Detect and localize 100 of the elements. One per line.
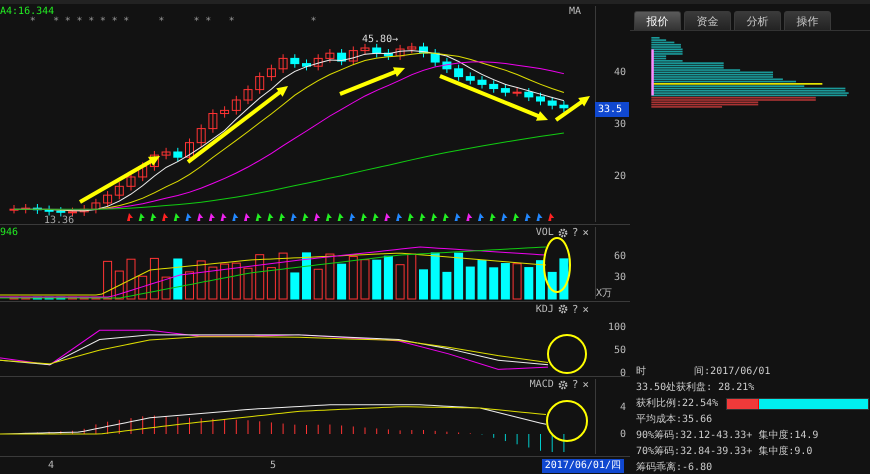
info-line: 70%筹码:32.84-39.33+ 集中度:9.0 bbox=[636, 446, 814, 458]
tab[interactable]: 分析 bbox=[734, 11, 781, 30]
volume-tick: 30 bbox=[614, 273, 626, 284]
candlestick bbox=[524, 88, 534, 102]
close-button[interactable]: × bbox=[582, 379, 589, 390]
candlestick bbox=[489, 80, 498, 94]
star-mark: * bbox=[76, 16, 83, 27]
help-button[interactable]: ? bbox=[572, 379, 578, 390]
candlestick bbox=[384, 48, 393, 60]
candlestick bbox=[232, 95, 241, 116]
candlestick bbox=[372, 43, 382, 58]
macd-tick: 4 bbox=[620, 403, 626, 414]
settings-icon[interactable] bbox=[558, 304, 568, 314]
tab[interactable]: 报价 bbox=[634, 11, 681, 30]
candlestick bbox=[208, 108, 218, 134]
star-mark: * bbox=[100, 16, 106, 27]
star-mark: * bbox=[205, 16, 212, 27]
candlestick bbox=[196, 124, 206, 148]
star-mark: * bbox=[64, 16, 71, 27]
kdj-tick: 100 bbox=[608, 322, 626, 333]
candlestick bbox=[278, 54, 288, 74]
indicator-name: MACD bbox=[530, 379, 554, 390]
candlestick bbox=[419, 42, 428, 58]
tab[interactable]: 资金 bbox=[684, 11, 731, 30]
help-button[interactable]: ? bbox=[572, 304, 578, 315]
star-mark: * bbox=[112, 16, 118, 27]
candlestick bbox=[56, 206, 66, 217]
candlestick bbox=[126, 172, 136, 191]
info-line: 90%筹码:32.12-43.33+ 集中度:14.9 bbox=[636, 430, 820, 442]
star-mark: * bbox=[88, 16, 94, 27]
settings-icon[interactable] bbox=[558, 380, 568, 390]
close-button[interactable]: × bbox=[582, 227, 589, 238]
candlestick bbox=[290, 54, 300, 68]
indicator-name: MA bbox=[568, 6, 581, 17]
candlestick bbox=[548, 96, 557, 110]
candlestick bbox=[162, 147, 171, 160]
highlight-circle bbox=[546, 400, 588, 442]
candlestick bbox=[500, 84, 510, 97]
candlestick bbox=[407, 42, 416, 54]
candlestick bbox=[80, 204, 89, 216]
candlestick bbox=[536, 92, 545, 106]
info-line: 获利比例:22.54% bbox=[636, 398, 718, 410]
candlestick bbox=[103, 190, 112, 208]
star-mark: * bbox=[194, 16, 200, 27]
kdj-tick: 0 bbox=[620, 368, 626, 379]
info-line: 33.50处获利盘: 28.21% bbox=[636, 382, 756, 394]
candlestick bbox=[466, 72, 475, 85]
candlestick bbox=[220, 106, 230, 118]
candlestick bbox=[396, 44, 405, 60]
high-price-label: 45.80→ bbox=[362, 34, 398, 45]
settings-icon[interactable] bbox=[558, 228, 568, 238]
macd-tick: 0 bbox=[620, 430, 626, 440]
help-button[interactable]: ? bbox=[572, 227, 578, 238]
star-mark: * bbox=[310, 16, 317, 27]
price-tick: 30 bbox=[614, 120, 626, 130]
low-price-label: 13.36 bbox=[44, 215, 74, 226]
candlestick bbox=[325, 48, 334, 64]
highlight-circle bbox=[543, 237, 571, 294]
info-line: 时 间:2017/06/01 bbox=[636, 366, 772, 378]
arrow bbox=[339, 67, 405, 96]
candlestick bbox=[91, 198, 100, 214]
close-button[interactable]: × bbox=[582, 304, 589, 315]
candlestick bbox=[454, 64, 464, 82]
candlestick bbox=[32, 204, 42, 214]
arrow bbox=[554, 96, 590, 122]
candlestick bbox=[360, 43, 370, 56]
candlestick bbox=[348, 46, 358, 66]
star-mark: * bbox=[123, 16, 130, 27]
candlestick bbox=[442, 57, 452, 74]
month-label: 5 bbox=[270, 460, 276, 472]
candlestick bbox=[10, 204, 18, 214]
star-mark: * bbox=[53, 16, 60, 27]
unit-label: X万 bbox=[596, 288, 612, 299]
candlestick bbox=[114, 182, 124, 200]
info-line: 平均成本:35.66 bbox=[636, 414, 714, 426]
candlestick bbox=[266, 64, 276, 82]
candlestick bbox=[302, 58, 311, 71]
kdj-tick: 50 bbox=[614, 346, 626, 356]
info-line: 筹码乖离:-6.80 bbox=[636, 462, 714, 474]
price-tick: 40 bbox=[614, 68, 626, 78]
candlestick bbox=[21, 204, 30, 214]
indicator-name: KDJ bbox=[536, 304, 554, 315]
date-tag: 2017/06/01/四 bbox=[542, 459, 624, 474]
price-tick: 20 bbox=[614, 172, 626, 182]
candlestick bbox=[138, 162, 148, 182]
tab[interactable]: 操作 bbox=[784, 11, 831, 30]
candlestick bbox=[68, 207, 77, 217]
star-mark: * bbox=[158, 16, 164, 27]
candlestick bbox=[255, 72, 264, 94]
candlestick bbox=[173, 147, 182, 162]
candlestick bbox=[150, 150, 159, 172]
highlight-circle bbox=[547, 334, 587, 374]
candlestick bbox=[430, 48, 440, 67]
candlestick bbox=[314, 54, 323, 71]
candlestick bbox=[44, 205, 54, 216]
star-mark: * bbox=[228, 16, 235, 27]
candlestick bbox=[337, 48, 346, 66]
star-mark: * bbox=[30, 16, 36, 27]
candlestick bbox=[244, 84, 252, 105]
candlestick bbox=[478, 76, 486, 90]
